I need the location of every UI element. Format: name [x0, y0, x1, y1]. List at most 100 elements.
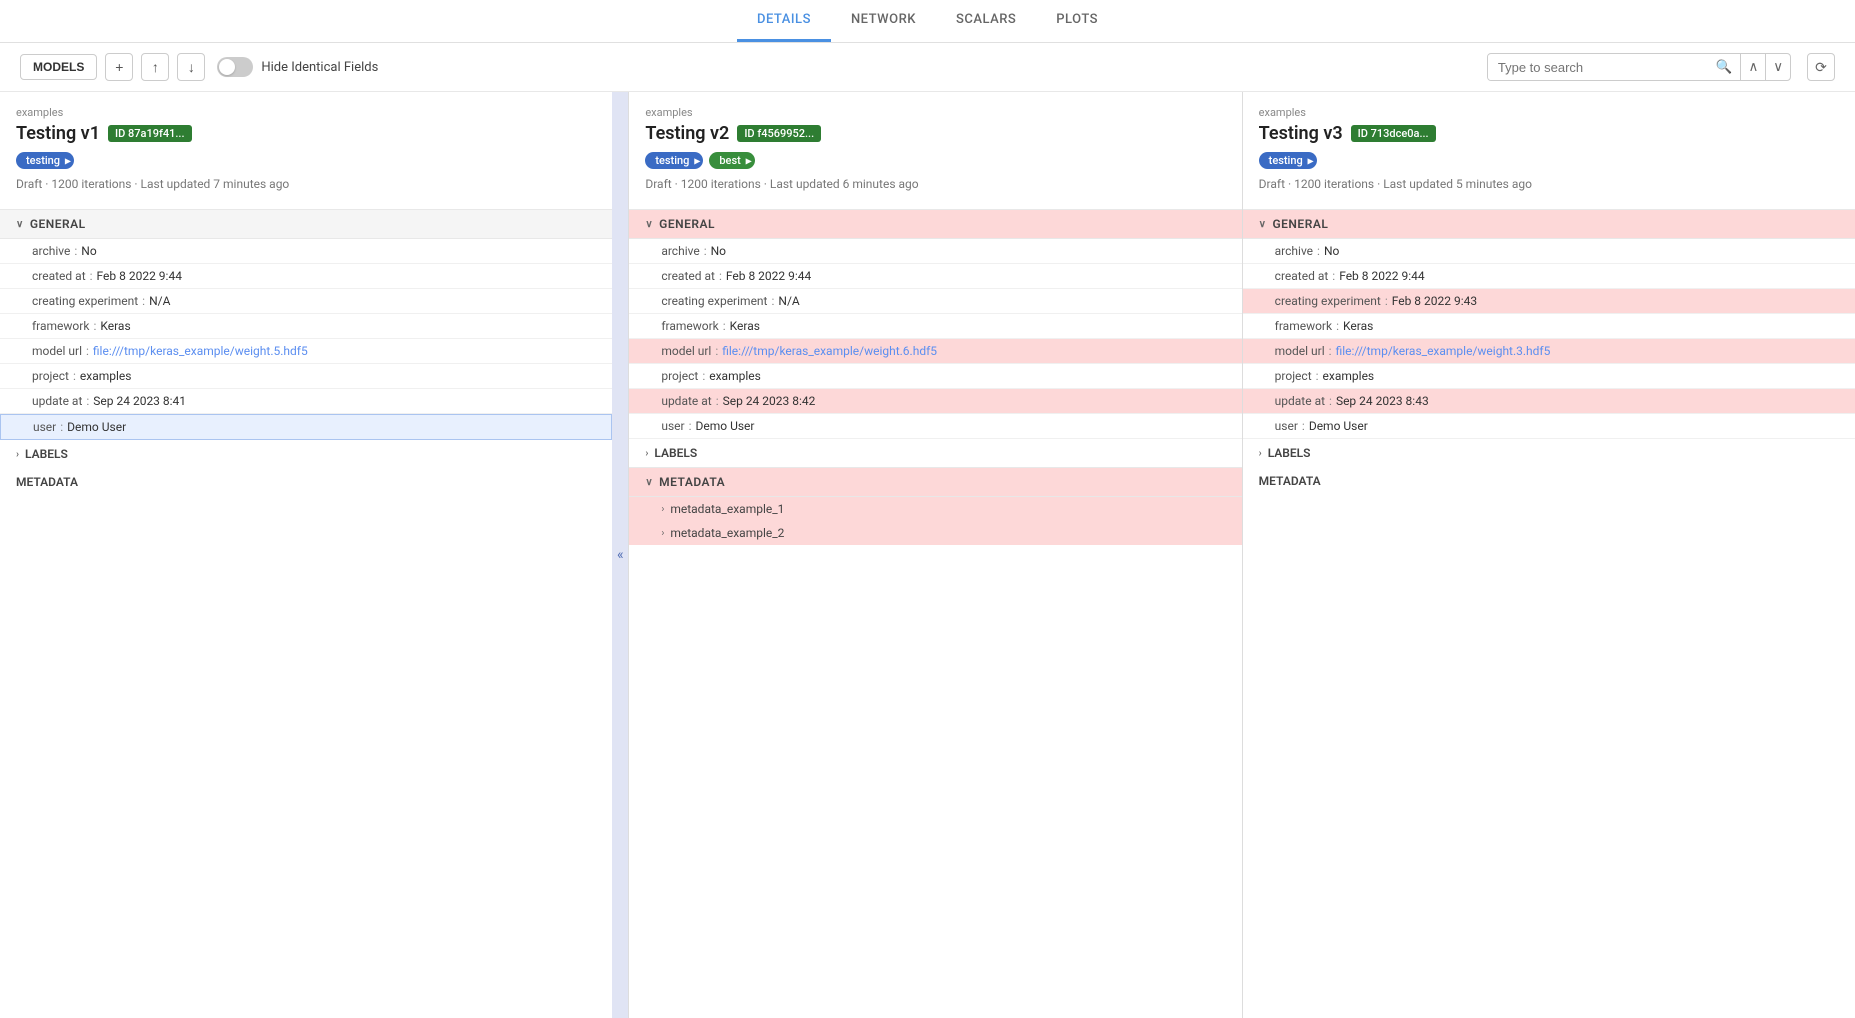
field-row-v3-7: user : Demo User: [1243, 414, 1855, 439]
field-row-v3-6: update at : Sep 24 2023 8:43: [1243, 389, 1855, 414]
field-val-v3-1: Feb 8 2022 9:44: [1339, 269, 1424, 283]
field-val-v3-2: Feb 8 2022 9:43: [1392, 294, 1477, 308]
field-key-v3-5: project: [1275, 369, 1312, 383]
field-key-v1-7: user: [33, 420, 56, 434]
field-val-v1-2: N/A: [149, 294, 170, 308]
field-val-v1-6: Sep 24 2023 8:41: [93, 394, 186, 408]
field-sep-v3-4: :: [1329, 344, 1332, 358]
field-row-v1-3: framework : Keras: [0, 314, 612, 339]
general-header-v3[interactable]: ∨ GENERAL: [1243, 209, 1855, 239]
tags-v3: testing: [1259, 152, 1839, 169]
field-sep-v2-6: :: [716, 394, 719, 408]
field-sep-v1-0: :: [74, 244, 77, 258]
field-row-v3-4: model url : file:///tmp/keras_example/we…: [1243, 339, 1855, 364]
field-key-v3-7: user: [1275, 419, 1298, 433]
general-header-v2[interactable]: ∨ GENERAL: [629, 209, 1241, 239]
tab-details[interactable]: DETAILS: [737, 0, 831, 42]
field-key-v2-1: created at: [661, 269, 715, 283]
col-title-text-v2: Testing v2: [645, 123, 729, 144]
refresh-button[interactable]: ⟳: [1807, 53, 1835, 81]
field-key-v1-4: model url: [32, 344, 82, 358]
labels-chevron-v1: ›: [16, 449, 19, 460]
hide-identical-toggle[interactable]: [217, 57, 253, 77]
tag-testing-v1[interactable]: testing: [16, 152, 74, 169]
col-project-v2: examples: [645, 106, 1225, 119]
search-nav: ∧ ∨: [1740, 54, 1790, 80]
field-sep-v3-3: :: [1336, 319, 1339, 333]
labels-chevron-v3: ›: [1259, 448, 1262, 459]
metadata-section-v1: METADATA: [0, 468, 612, 496]
labels-section-v2: › LABELS: [629, 439, 1241, 467]
metadata-label-v3[interactable]: METADATA: [1243, 467, 1855, 495]
tab-plots[interactable]: PLOTS: [1036, 0, 1118, 42]
toggle-knob: [219, 59, 235, 75]
add-button[interactable]: +: [105, 53, 133, 81]
tag-testing-v2[interactable]: testing: [645, 152, 703, 169]
hide-identical-toggle-wrap: Hide Identical Fields: [217, 57, 378, 77]
field-row-v2-4: model url : file:///tmp/keras_example/we…: [629, 339, 1241, 364]
field-key-v3-1: created at: [1275, 269, 1329, 283]
col-meta-v1: Draft · 1200 iterations · Last updated 7…: [16, 177, 596, 191]
general-chevron-v1: ∨: [16, 219, 24, 230]
metadata-label-v1[interactable]: METADATA: [0, 468, 612, 496]
general-chevron-v3: ∨: [1259, 219, 1267, 230]
metadata-item-label-v2-0: metadata_example_1: [670, 502, 784, 516]
search-icon-button[interactable]: 🔍: [1708, 54, 1741, 80]
field-key-v2-3: framework: [661, 319, 718, 333]
labels-header-v2[interactable]: › LABELS: [629, 439, 1241, 467]
field-key-v2-2: creating experiment: [661, 294, 767, 308]
field-val-v3-4[interactable]: file:///tmp/keras_example/weight.3.hdf5: [1336, 344, 1551, 358]
metadata-header-v2[interactable]: ∨ METADATA: [629, 467, 1241, 497]
field-val-v1-5: examples: [80, 369, 132, 383]
tag-testing-v3[interactable]: testing: [1259, 152, 1317, 169]
field-val-v1-4[interactable]: file:///tmp/keras_example/weight.5.hdf5: [93, 344, 308, 358]
field-row-v3-3: framework : Keras: [1243, 314, 1855, 339]
field-row-v1-5: project : examples: [0, 364, 612, 389]
tab-scalars[interactable]: SCALARS: [936, 0, 1036, 42]
field-key-v2-6: update at: [661, 394, 711, 408]
toolbar: MODELS + ↑ ↓ Hide Identical Fields 🔍 ∧ ∨…: [0, 43, 1855, 92]
search-prev-button[interactable]: ∧: [1740, 54, 1765, 80]
labels-section-v1: › LABELS: [0, 440, 612, 468]
metadata-item-v2-0[interactable]: › metadata_example_1: [629, 497, 1241, 521]
field-row-v2-7: user : Demo User: [629, 414, 1241, 439]
general-header-v1[interactable]: ∨ GENERAL: [0, 209, 612, 239]
field-val-v3-3: Keras: [1343, 319, 1373, 333]
models-button[interactable]: MODELS: [20, 54, 97, 80]
down-button[interactable]: ↓: [177, 53, 205, 81]
search-next-button[interactable]: ∨: [1765, 54, 1790, 80]
tab-network[interactable]: NETWORK: [831, 0, 936, 42]
field-sep-v3-7: :: [1302, 419, 1305, 433]
labels-section-v3: › LABELS: [1243, 439, 1855, 467]
search-input[interactable]: [1488, 55, 1708, 80]
col-project-v3: examples: [1259, 106, 1839, 119]
up-button[interactable]: ↑: [141, 53, 169, 81]
metadata-item-label-v2-1: metadata_example_2: [670, 526, 784, 540]
field-key-v2-4: model url: [661, 344, 711, 358]
metadata-item-v2-1[interactable]: › metadata_example_2: [629, 521, 1241, 545]
field-val-v2-4[interactable]: file:///tmp/keras_example/weight.6.hdf5: [722, 344, 937, 358]
labels-header-v3[interactable]: › LABELS: [1243, 439, 1855, 467]
field-key-v2-5: project: [661, 369, 698, 383]
collapse-panel-v1[interactable]: «: [612, 92, 628, 1018]
field-row-v2-2: creating experiment : N/A: [629, 289, 1241, 314]
field-row-v2-1: created at : Feb 8 2022 9:44: [629, 264, 1241, 289]
field-row-v2-5: project : examples: [629, 364, 1241, 389]
labels-label-v3: LABELS: [1268, 446, 1311, 460]
field-sep-v1-2: :: [142, 294, 145, 308]
field-val-v1-3: Keras: [100, 319, 130, 333]
field-key-v1-2: creating experiment: [32, 294, 138, 308]
field-row-v3-2: creating experiment : Feb 8 2022 9:43: [1243, 289, 1855, 314]
hide-identical-label: Hide Identical Fields: [261, 60, 378, 75]
main-content: examples Testing v1ID 87a19f41... testing D…: [0, 92, 1855, 1018]
field-val-v2-5: examples: [709, 369, 761, 383]
field-val-v2-1: Feb 8 2022 9:44: [726, 269, 811, 283]
field-row-v1-0: archive : No: [0, 239, 612, 264]
metadata-section-v3: METADATA: [1243, 467, 1855, 495]
labels-label-v1: LABELS: [25, 447, 68, 461]
tag-best-v2[interactable]: best: [709, 152, 754, 169]
field-val-v2-2: N/A: [778, 294, 799, 308]
field-sep-v3-0: :: [1317, 244, 1320, 258]
labels-header-v1[interactable]: › LABELS: [0, 440, 612, 468]
col-title-v1: Testing v1ID 87a19f41...: [16, 123, 596, 144]
